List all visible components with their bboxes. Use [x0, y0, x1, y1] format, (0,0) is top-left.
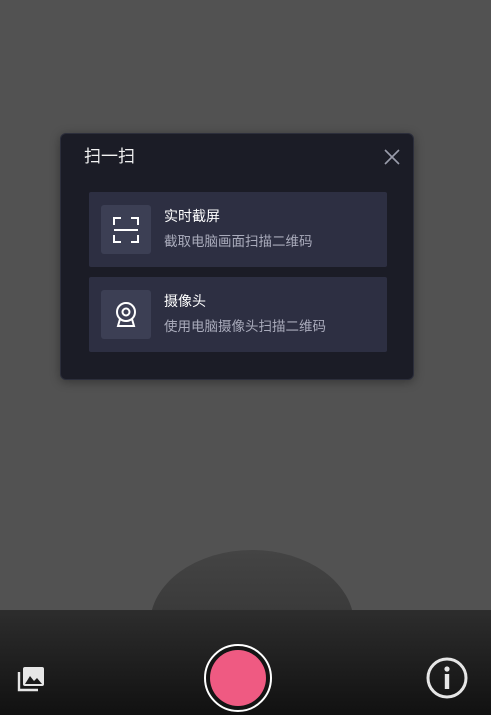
scan-dialog: 扫一扫 实时截屏 截取电脑画面扫描二维码 摄像头 使用电脑摄像头扫描二维码 — [60, 133, 414, 380]
webcam-icon — [101, 290, 151, 339]
shutter-icon — [210, 650, 266, 706]
camera-option[interactable]: 摄像头 使用电脑摄像头扫描二维码 — [89, 277, 387, 352]
shutter-button[interactable] — [204, 644, 272, 712]
dialog-title: 扫一扫 — [84, 147, 135, 167]
gallery-icon[interactable] — [16, 665, 46, 693]
close-icon[interactable] — [383, 148, 401, 166]
screenshot-option-description: 截取电脑画面扫描二维码 — [164, 234, 313, 250]
camera-option-description: 使用电脑摄像头扫描二维码 — [164, 319, 326, 335]
info-icon[interactable] — [425, 656, 469, 700]
screenshot-option-title: 实时截屏 — [164, 209, 220, 225]
camera-option-title: 摄像头 — [164, 294, 206, 310]
screenshot-frame-icon — [101, 205, 151, 254]
screenshot-option[interactable]: 实时截屏 截取电脑画面扫描二维码 — [89, 192, 387, 267]
